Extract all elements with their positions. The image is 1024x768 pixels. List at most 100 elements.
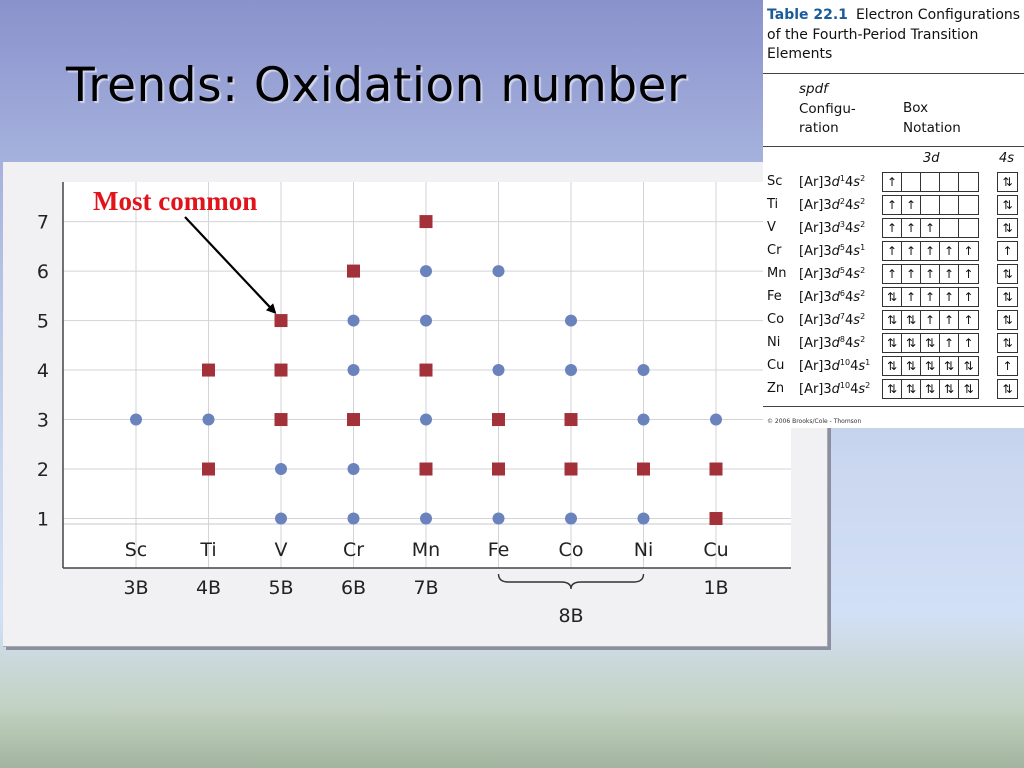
row-symbol: Zn bbox=[767, 381, 785, 396]
orbital-box: ⇅ bbox=[883, 380, 902, 398]
data-point-square bbox=[347, 413, 360, 427]
category-label-cu: Cu bbox=[703, 539, 728, 561]
y-tick-label: 5 bbox=[37, 311, 49, 333]
y-tick-label: 4 bbox=[37, 360, 49, 382]
orbital-box bbox=[959, 219, 978, 237]
row-3d-boxes: ↑ ↑ ↑ ↑ ↑ bbox=[882, 241, 979, 261]
orbital-box: ↑ bbox=[902, 265, 921, 283]
row-spdf-config: [Ar]3d54s1 bbox=[799, 243, 866, 259]
row-symbol: Mn bbox=[767, 266, 787, 281]
orbital-box: ↑ bbox=[883, 173, 902, 191]
orbital-box: ↑ bbox=[921, 265, 940, 283]
table-row: Mn [Ar]3d54s2 ↑ ↑ ↑ ↑ ↑ ⇅ bbox=[763, 264, 1024, 286]
group-label: 8B bbox=[558, 605, 583, 627]
orbital-box: ↑ bbox=[963, 244, 974, 258]
data-point-square bbox=[492, 462, 505, 476]
row-3d-boxes: ↑ ↑ ↑ ↑ ↑ bbox=[882, 264, 979, 284]
row-4s-box: ↑ bbox=[997, 241, 1018, 261]
row-spdf-config: [Ar]3d104s1 bbox=[799, 358, 871, 374]
oxidation-chart: 1 2 3 4 5 6 7 Sc Ti V Cr Mn Fe Co Ni Cu 3B 4B 5B 6B 7B 8B 1B Mo… bbox=[37, 182, 791, 627]
orbital-box: ⇅ bbox=[1002, 175, 1013, 189]
orbital-box bbox=[959, 173, 978, 191]
group-label: 7B bbox=[413, 577, 438, 599]
table-rule-top bbox=[763, 73, 1024, 74]
group-label: 1B bbox=[703, 577, 728, 599]
orbital-box: ↑ bbox=[963, 336, 974, 350]
y-tick-label: 1 bbox=[37, 509, 49, 531]
y-tick-label: 2 bbox=[37, 459, 49, 481]
row-symbol: Cr bbox=[767, 243, 782, 258]
group-label: 3B bbox=[123, 577, 148, 599]
orbital-box bbox=[940, 173, 959, 191]
orbital-box: ↑ bbox=[940, 288, 959, 306]
table-row: Fe [Ar]3d64s2 ⇅ ↑ ↑ ↑ ↑ ⇅ bbox=[763, 287, 1024, 309]
row-spdf-config: [Ar]3d54s2 bbox=[799, 266, 866, 282]
data-point-circle bbox=[347, 364, 360, 377]
row-spdf-config: [Ar]3d74s2 bbox=[799, 312, 866, 328]
category-label-cr: Cr bbox=[343, 539, 364, 561]
col-header-spdf-line2: Configu- bbox=[799, 100, 856, 117]
data-point-square bbox=[564, 413, 578, 427]
orbital-box: ⇅ bbox=[963, 382, 974, 396]
row-4s-box: ↑ bbox=[997, 356, 1018, 376]
row-4s-box: ⇅ bbox=[997, 310, 1018, 330]
data-point-circle bbox=[565, 314, 577, 327]
row-4s-box: ⇅ bbox=[997, 172, 1018, 192]
orbital-box: ↑ bbox=[902, 288, 921, 306]
data-point-square bbox=[709, 462, 723, 476]
data-point-square bbox=[202, 363, 215, 377]
orbital-box: ↑ bbox=[940, 311, 959, 329]
data-point-square bbox=[347, 264, 360, 278]
row-4s-box: ⇅ bbox=[997, 287, 1018, 307]
row-3d-boxes: ↑ ↑ bbox=[882, 195, 979, 215]
table-rule-bottom bbox=[763, 406, 1024, 407]
data-point-circle bbox=[492, 364, 505, 377]
row-4s-box: ⇅ bbox=[997, 379, 1018, 399]
orbital-box bbox=[921, 196, 940, 214]
orbital-box: ⇅ bbox=[1002, 198, 1013, 212]
data-point-square bbox=[709, 512, 723, 526]
orbital-box: ⇅ bbox=[1002, 382, 1013, 396]
data-point-square bbox=[419, 363, 433, 377]
table-title: Table 22.1 Electron Configurations of the… bbox=[767, 6, 1023, 65]
orbital-box bbox=[940, 196, 959, 214]
slide-title: Trends: Oxidation number bbox=[66, 58, 687, 113]
orbital-box: ⇅ bbox=[883, 357, 902, 375]
orbital-box: ⇅ bbox=[1002, 267, 1013, 281]
data-point-circle bbox=[275, 512, 287, 525]
data-point-square bbox=[419, 215, 433, 229]
data-point-circle bbox=[420, 314, 432, 327]
orbital-box: ⇅ bbox=[1002, 313, 1013, 327]
col-header-box: Box Notation bbox=[903, 99, 961, 138]
col-header-spdf-line1: spdf bbox=[799, 81, 828, 97]
row-4s-box: ⇅ bbox=[997, 195, 1018, 215]
orbital-box: ⇅ bbox=[1002, 336, 1013, 350]
sub-header-3d: 3d bbox=[923, 151, 940, 166]
data-point-square bbox=[202, 462, 215, 476]
orbital-box bbox=[902, 173, 921, 191]
row-3d-boxes: ↑ bbox=[882, 172, 979, 192]
category-label-v: V bbox=[275, 539, 288, 561]
category-label-fe: Fe bbox=[488, 539, 510, 561]
orbital-box bbox=[959, 196, 978, 214]
data-point-circle bbox=[347, 512, 360, 525]
data-point-circle bbox=[420, 512, 432, 525]
category-label-ti: Ti bbox=[199, 539, 216, 561]
row-symbol: Co bbox=[767, 312, 785, 327]
row-spdf-config: [Ar]3d24s2 bbox=[799, 197, 866, 213]
y-tick-label: 3 bbox=[37, 410, 49, 432]
orbital-box: ⇅ bbox=[921, 380, 940, 398]
category-label-mn: Mn bbox=[412, 539, 440, 561]
orbital-box: ↑ bbox=[963, 313, 974, 327]
orbital-box: ↑ bbox=[963, 267, 974, 281]
col-header-box-line1: Box bbox=[903, 100, 929, 116]
table-row: Cr [Ar]3d54s1 ↑ ↑ ↑ ↑ ↑ ↑ bbox=[763, 241, 1024, 263]
col-header-box-line2: Notation bbox=[903, 119, 961, 136]
orbital-box: ⇅ bbox=[921, 334, 940, 352]
orbital-box: ↑ bbox=[883, 219, 902, 237]
data-point-circle bbox=[565, 364, 577, 377]
data-point-circle bbox=[347, 314, 360, 327]
group-brace bbox=[497, 573, 645, 590]
orbital-box bbox=[921, 173, 940, 191]
y-tick-label: 7 bbox=[37, 212, 49, 234]
